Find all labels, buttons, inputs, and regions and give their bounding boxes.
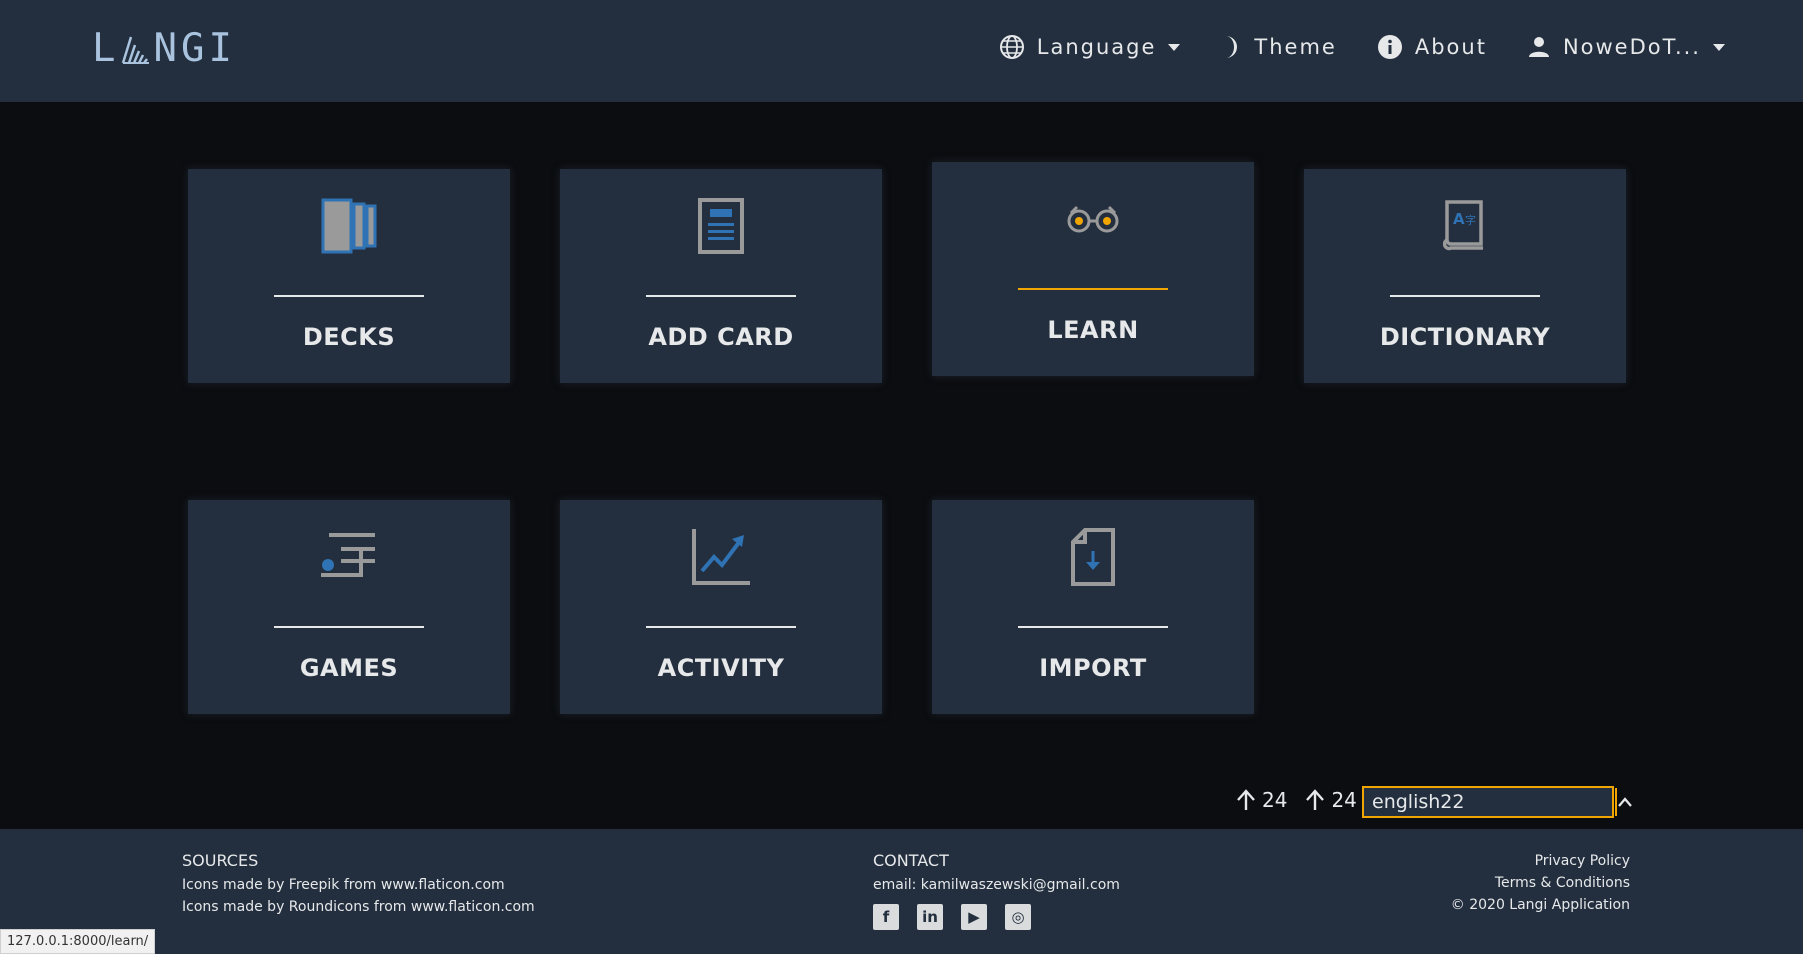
upvote-counter[interactable]: 24: [1303, 788, 1357, 812]
source-credit: Icons made by Freepik from www.flaticon.…: [182, 877, 505, 893]
tile-import[interactable]: IMPORT: [932, 500, 1254, 714]
deck-selector[interactable]: [1362, 786, 1632, 818]
tile-add-card[interactable]: ADD CARD: [560, 169, 882, 383]
tile-divider: [1390, 295, 1540, 297]
tile-label: ACTIVITY: [657, 654, 785, 682]
logo-letter-l: L: [92, 25, 120, 71]
chevron-down-icon: [1713, 43, 1725, 51]
footer-contact: CONTACT email: kamilwaszewski@gmail.com …: [873, 851, 1120, 930]
activity-chart-icon: [692, 529, 750, 585]
arrow-up-icon: [1306, 789, 1325, 810]
privacy-policy-link[interactable]: Privacy Policy: [1451, 850, 1630, 872]
tile-label: GAMES: [299, 654, 399, 682]
copyright: © 2020 Langi Application: [1450, 897, 1630, 913]
vote-counters: 24 24: [1234, 788, 1373, 812]
facebook-icon[interactable]: f: [873, 904, 899, 930]
upvote-count: 24: [1331, 788, 1357, 812]
logo-wave-icon: [122, 36, 150, 64]
tile-divider: [646, 295, 796, 297]
chevron-up-icon: [1618, 797, 1632, 807]
moon-icon: [1226, 36, 1238, 58]
globe-icon: [999, 35, 1024, 59]
tile-activity[interactable]: ACTIVITY: [560, 500, 882, 714]
theme-label: Theme: [1254, 35, 1337, 59]
chevron-down-icon: [1168, 43, 1181, 51]
user-icon: [1528, 37, 1549, 57]
import-file-icon: [1071, 528, 1115, 586]
deck-input[interactable]: [1364, 788, 1615, 816]
sources-title: SOURCES: [182, 851, 259, 870]
nav-menu: Language Theme About NoweDoT...: [959, 34, 1725, 60]
upvote-count: 24: [1262, 788, 1288, 812]
tile-label: DICTIONARY: [1379, 323, 1551, 351]
tile-dictionary[interactable]: A 字 DICTIONARY: [1304, 169, 1626, 383]
language-label: Language: [1036, 35, 1157, 59]
upvote-counter[interactable]: 24: [1234, 788, 1287, 812]
decks-icon: [321, 198, 377, 254]
linkedin-icon[interactable]: in: [917, 904, 943, 930]
glasses-icon: [1067, 205, 1119, 233]
app-logo[interactable]: L NGI: [92, 25, 236, 71]
tile-divider: [274, 626, 424, 628]
instagram-icon[interactable]: ◎: [1005, 904, 1031, 930]
about-link[interactable]: About: [1377, 34, 1487, 60]
svg-text:A: A: [1453, 210, 1465, 228]
user-menu[interactable]: NoweDoT...: [1527, 35, 1725, 59]
add-card-icon: [698, 198, 744, 254]
browser-status-url: 127.0.0.1:8000/learn/: [0, 929, 156, 954]
tile-divider: [1018, 288, 1168, 290]
contact-title: CONTACT: [873, 851, 949, 870]
footer-sources: SOURCES Icons made by Freepik from www.f…: [182, 851, 535, 918]
logo-letters-ngi: NGI: [153, 25, 236, 71]
tile-decks[interactable]: DECKS: [188, 169, 510, 383]
tile-label: IMPORT: [1039, 654, 1147, 682]
games-icon: [321, 533, 375, 577]
tile-divider: [646, 626, 796, 628]
navbar: L NGI Language Theme About NoweDoT...: [0, 0, 1803, 102]
footer: SOURCES Icons made by Freepik from www.f…: [0, 829, 1803, 954]
tile-label: ADD CARD: [648, 323, 794, 351]
user-name: NoweDoT...: [1562, 35, 1701, 59]
deck-selector-toggle[interactable]: [1615, 788, 1633, 816]
tile-label: LEARN: [1047, 316, 1139, 344]
arrow-up-icon: [1237, 789, 1255, 810]
tile-divider: [274, 295, 424, 297]
tile-label: DECKS: [302, 323, 396, 351]
youtube-icon[interactable]: ▶: [961, 904, 987, 930]
theme-toggle[interactable]: Theme: [1220, 34, 1336, 60]
terms-link[interactable]: Terms & Conditions: [1451, 872, 1630, 894]
contact-email[interactable]: email: kamilwaszewski@gmail.com: [873, 874, 1120, 896]
source-credit: Icons made by Roundicons from www.flatic…: [182, 899, 535, 915]
dictionary-icon: A 字: [1443, 200, 1483, 251]
tile-games[interactable]: GAMES: [188, 500, 510, 714]
social-links: f in ▶ ◎: [873, 904, 1120, 930]
about-label: About: [1414, 35, 1487, 59]
tile-learn[interactable]: LEARN: [932, 162, 1254, 376]
info-icon: [1377, 35, 1402, 59]
language-menu[interactable]: Language: [999, 34, 1181, 60]
tile-divider: [1018, 626, 1168, 628]
svg-text:字: 字: [1465, 213, 1476, 227]
footer-legal: Privacy Policy Terms & Conditions © 2020…: [1451, 850, 1630, 916]
